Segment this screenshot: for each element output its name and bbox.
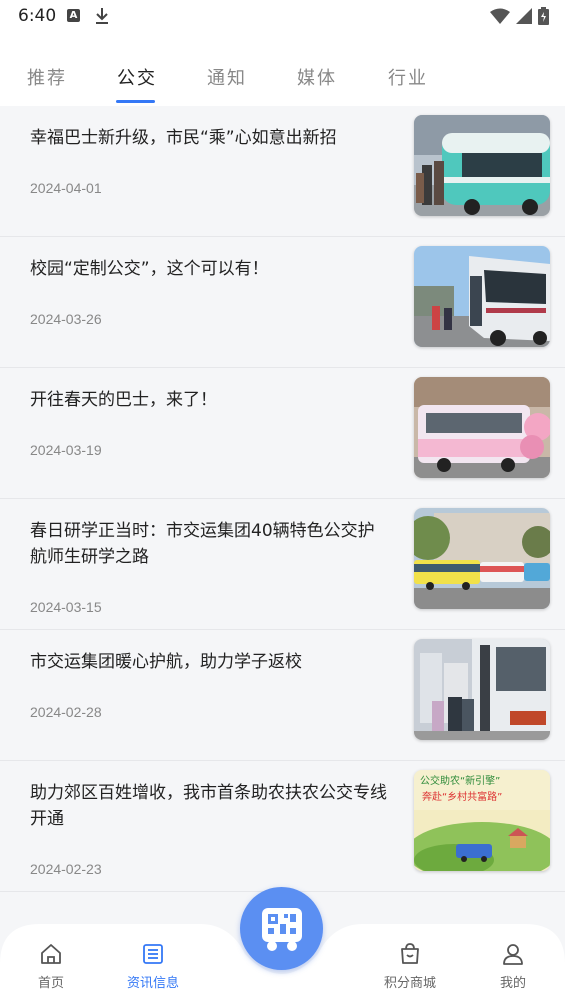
- news-list-icon: [143, 944, 163, 964]
- signal-icon: [516, 8, 532, 24]
- news-item[interactable]: 幸福巴士新升级，市民“乘”心如意出新招 2024-04-01: [0, 106, 565, 237]
- status-time: 6:40: [18, 6, 57, 26]
- a-badge-icon: A: [67, 9, 80, 22]
- news-date: 2024-03-15: [30, 599, 102, 615]
- news-item[interactable]: 助力郊区百姓增收，我市首条助农扶农公交专线开通 2024-02-23 公交助农“…: [0, 761, 565, 892]
- news-item[interactable]: 校园“定制公交”，这个可以有！ 2024-03-26: [0, 237, 565, 368]
- news-title: 市交运集团暖心护航，助力学子返校: [30, 652, 302, 672]
- nav-news-label: 资讯信息: [126, 976, 179, 991]
- news-thumbnail: [414, 508, 550, 609]
- nav-mine-label: 我的: [499, 976, 526, 991]
- poster-headline-2: 奔赴“乡村共富路”: [422, 790, 502, 803]
- tab-recommend[interactable]: 推荐: [27, 64, 67, 90]
- news-date: 2024-03-19: [30, 442, 102, 458]
- bus-qr-icon: [262, 908, 302, 951]
- news-date: 2024-03-26: [30, 311, 102, 327]
- news-item[interactable]: 开往春天的巴士，来了！ 2024-03-19: [0, 368, 565, 499]
- news-thumbnail: [414, 639, 550, 740]
- tab-notice[interactable]: 通知: [207, 64, 247, 90]
- shopping-bag-icon: [401, 943, 419, 964]
- news-date: 2024-02-28: [30, 704, 102, 720]
- tab-media[interactable]: 媒体: [297, 64, 337, 90]
- category-tabs: 推荐 公交 通知 媒体 行业: [0, 34, 565, 106]
- wifi-icon: [490, 8, 510, 24]
- bus-qr-code-button[interactable]: [240, 887, 323, 970]
- news-thumbnail: [414, 377, 550, 478]
- news-title: 春日研学正当时：市交运集团40辆特色公交护航师生研学之路: [30, 521, 375, 567]
- news-item[interactable]: 春日研学正当时：市交运集团40辆特色公交护航师生研学之路 2024-03-15: [0, 499, 565, 630]
- news-title: 开往春天的巴士，来了！: [30, 390, 217, 410]
- news-title: 助力郊区百姓增收，我市首条助农扶农公交专线开通: [30, 783, 387, 829]
- poster-headline-1: 公交助农“新引擎”: [420, 774, 500, 787]
- news-title: 幸福巴士新升级，市民“乘”心如意出新招: [30, 128, 337, 148]
- news-date: 2024-04-01: [30, 180, 102, 196]
- nav-home[interactable]: 首页: [6, 942, 96, 991]
- download-icon: [96, 8, 108, 24]
- nav-mall-label: 积分商城: [383, 976, 436, 991]
- tab-bus[interactable]: 公交: [117, 64, 157, 90]
- nav-mall[interactable]: 积分商城: [365, 942, 455, 991]
- news-thumbnail: [414, 246, 550, 347]
- battery-icon: [538, 7, 549, 25]
- news-date: 2024-02-23: [30, 861, 102, 877]
- user-icon: [503, 944, 523, 965]
- news-title: 校园“定制公交”，这个可以有！: [30, 259, 269, 279]
- active-tab-indicator: [116, 100, 155, 103]
- nav-news[interactable]: 资讯信息: [108, 942, 198, 991]
- status-bar: 6:40 A: [0, 0, 565, 34]
- home-icon: [41, 944, 61, 964]
- news-item[interactable]: 市交运集团暖心护航，助力学子返校 2024-02-28: [0, 630, 565, 761]
- news-thumbnail: [414, 115, 550, 216]
- nav-mine[interactable]: 我的: [468, 942, 558, 991]
- tab-industry[interactable]: 行业: [388, 64, 428, 90]
- nav-home-label: 首页: [37, 976, 64, 991]
- news-thumbnail: 公交助农“新引擎” 奔赴“乡村共富路”: [414, 770, 550, 871]
